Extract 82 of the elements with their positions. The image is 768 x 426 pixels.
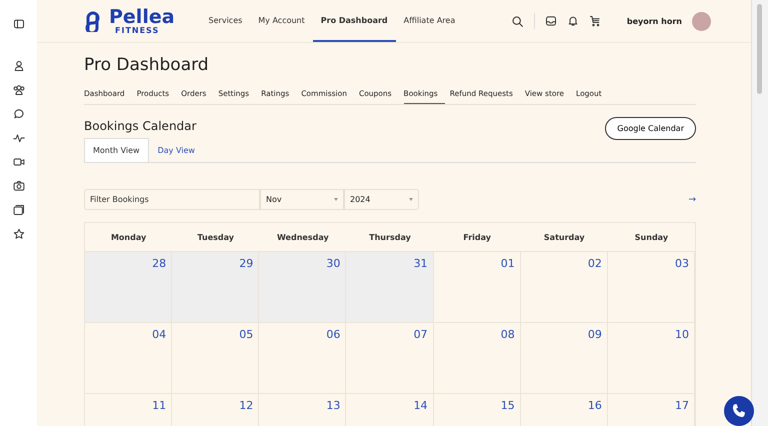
day-number: 01 <box>500 257 515 270</box>
inbox-icon[interactable] <box>544 15 557 27</box>
person-icon[interactable] <box>12 60 24 72</box>
day-cell[interactable]: 17 <box>608 393 695 426</box>
video-icon[interactable] <box>12 156 24 168</box>
weekday-header: Tuesday <box>196 232 235 244</box>
day-cell[interactable]: 08 <box>434 322 521 393</box>
next-link[interactable]: → <box>688 194 696 204</box>
weekday-header: Thursday <box>368 232 412 244</box>
call-button[interactable] <box>724 396 754 426</box>
day-number: 30 <box>326 257 340 270</box>
day-cell[interactable]: 28 <box>85 251 172 322</box>
day-number: 13 <box>326 399 340 412</box>
day-cell[interactable]: 13 <box>259 393 346 426</box>
day-number: 06 <box>326 328 340 341</box>
group-icon[interactable] <box>12 84 24 96</box>
nav-link[interactable]: Pro Dashboard <box>312 0 396 42</box>
month-select[interactable]: Nov <box>260 189 344 210</box>
day-number: 05 <box>239 328 254 341</box>
day-cell[interactable]: 11 <box>85 393 172 426</box>
weekday-header: Friday <box>462 232 492 244</box>
day-number: 17 <box>675 399 689 412</box>
day-cell[interactable]: 15 <box>434 393 521 426</box>
nav-link[interactable]: Services <box>200 0 250 42</box>
view-tab[interactable]: Month View <box>84 138 149 162</box>
day-number: 03 <box>675 257 689 270</box>
day-number: 08 <box>500 328 515 341</box>
cart-icon[interactable] <box>588 15 601 27</box>
bell-icon[interactable] <box>566 15 579 27</box>
filter-field[interactable]: Filter Bookings <box>84 189 260 210</box>
folder-icon[interactable] <box>12 204 24 216</box>
day-cell[interactable]: 07 <box>346 322 434 393</box>
star-icon[interactable] <box>12 228 24 240</box>
phone-icon <box>731 403 747 419</box>
view-tab[interactable]: Day View <box>148 138 204 162</box>
day-cell[interactable]: 31 <box>346 251 434 322</box>
weekday-header: Sunday <box>634 232 670 244</box>
day-cell[interactable]: 05 <box>172 322 260 393</box>
day-number: 09 <box>588 328 602 341</box>
weekday-header: Wednesday <box>276 232 330 244</box>
day-number: 14 <box>414 399 428 412</box>
day-number: 28 <box>152 257 166 270</box>
year-select[interactable]: 2024 <box>344 189 419 210</box>
weekday-header: Monday <box>110 232 148 244</box>
search-icon[interactable] <box>510 14 524 28</box>
day-number: 12 <box>239 399 254 412</box>
chat-icon[interactable] <box>12 108 24 120</box>
day-cell[interactable]: 04 <box>85 322 172 393</box>
day-number: 07 <box>414 328 428 341</box>
nav-link[interactable]: Affiliate Area <box>396 0 464 42</box>
day-number: 10 <box>675 328 689 341</box>
day-number: 29 <box>239 257 254 270</box>
camera-icon[interactable] <box>12 180 24 192</box>
logo-tagline: FITNESS <box>114 26 160 34</box>
day-cell[interactable]: 14 <box>346 393 434 426</box>
day-cell[interactable]: 10 <box>608 322 695 393</box>
day-cell[interactable]: 02 <box>520 251 608 322</box>
user-name[interactable]: beyorn horn <box>626 16 682 26</box>
page-title: Pro Dashboard <box>84 55 210 75</box>
day-number: 04 <box>152 328 166 341</box>
section-title: Bookings Calendar <box>84 118 196 132</box>
caret-icon <box>334 198 338 201</box>
day-cell[interactable]: 30 <box>259 251 346 322</box>
sidebar-toggle-icon[interactable] <box>12 18 24 30</box>
weekday-header: Saturday <box>542 232 586 244</box>
day-number: 16 <box>588 399 602 412</box>
day-cell[interactable]: 12 <box>172 393 260 426</box>
day-cell[interactable]: 06 <box>259 322 346 393</box>
day-cell[interactable]: 16 <box>520 393 608 426</box>
day-number: 02 <box>588 257 602 270</box>
google-calendar-button[interactable]: Google Calendar <box>605 117 696 140</box>
nav-link[interactable]: My Account <box>250 0 313 42</box>
day-cell[interactable]: 03 <box>608 251 695 322</box>
caret-icon <box>409 198 413 201</box>
day-number: 11 <box>152 399 166 412</box>
logo-name[interactable]: Pellea <box>109 8 175 26</box>
day-number: 15 <box>500 399 515 412</box>
activity-icon[interactable] <box>12 132 24 144</box>
day-number: 31 <box>414 257 428 270</box>
day-cell[interactable]: 29 <box>172 251 260 322</box>
day-cell[interactable]: 01 <box>434 251 521 322</box>
day-cell[interactable]: 09 <box>520 322 608 393</box>
